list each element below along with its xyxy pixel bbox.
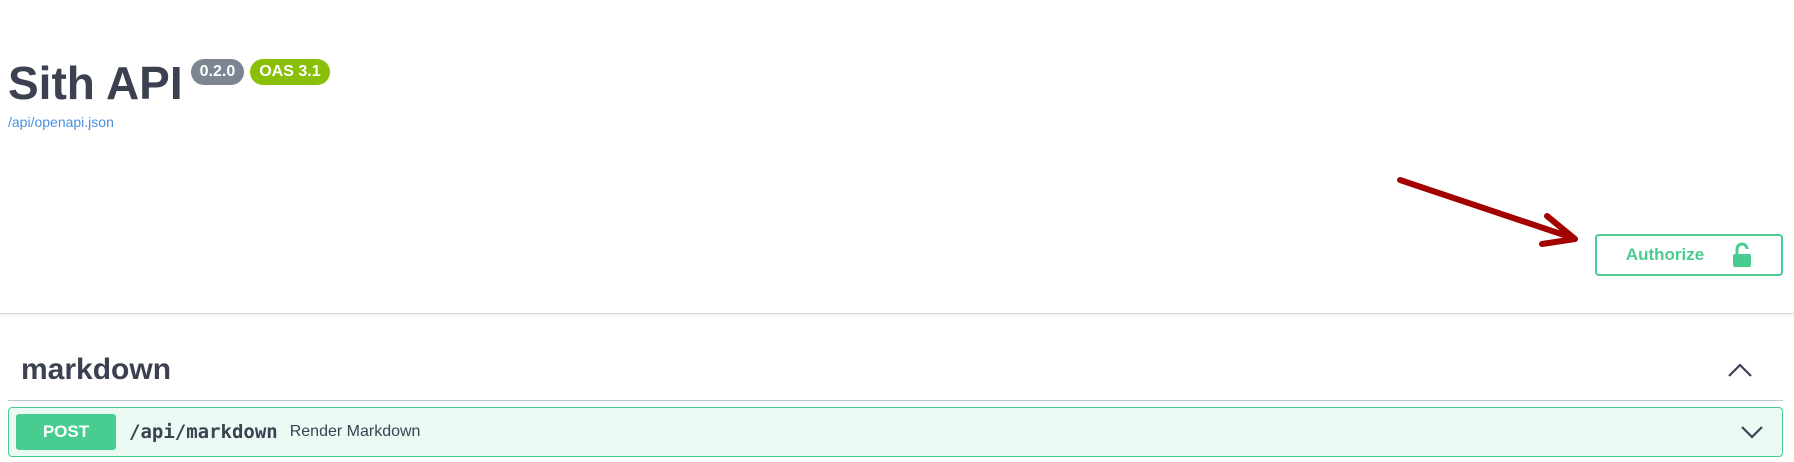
operation-post-markdown[interactable]: POST /api/markdown Render Markdown: [8, 407, 1783, 457]
openapi-spec-link[interactable]: /api/openapi.json: [8, 114, 114, 130]
arrow-icon: [1397, 177, 1578, 247]
chevron-down-icon[interactable]: [1740, 425, 1764, 439]
method-badge: POST: [16, 414, 116, 450]
title-row: Sith API 0.2.0 OAS 3.1: [8, 56, 330, 110]
authorize-button[interactable]: Authorize: [1595, 234, 1783, 276]
chevron-up-icon[interactable]: [1727, 362, 1753, 378]
section-divider: [0, 313, 1794, 314]
swagger-page: Sith API 0.2.0 OAS 3.1 /api/openapi.json…: [0, 0, 1794, 462]
authorize-label: Authorize: [1625, 245, 1705, 264]
api-title: Sith API: [8, 57, 183, 109]
lock-icon: [1732, 242, 1752, 268]
version-badge: 0.2.0: [190, 59, 245, 85]
oas-badge: OAS 3.1: [250, 59, 330, 85]
tag-section-markdown[interactable]: markdown: [8, 340, 1783, 401]
tag-title: markdown: [21, 353, 172, 386]
operation-path: /api/markdown: [129, 421, 278, 443]
api-info: Sith API 0.2.0 OAS 3.1 /api/openapi.json: [8, 56, 330, 132]
operation-summary: Render Markdown: [289, 423, 421, 440]
